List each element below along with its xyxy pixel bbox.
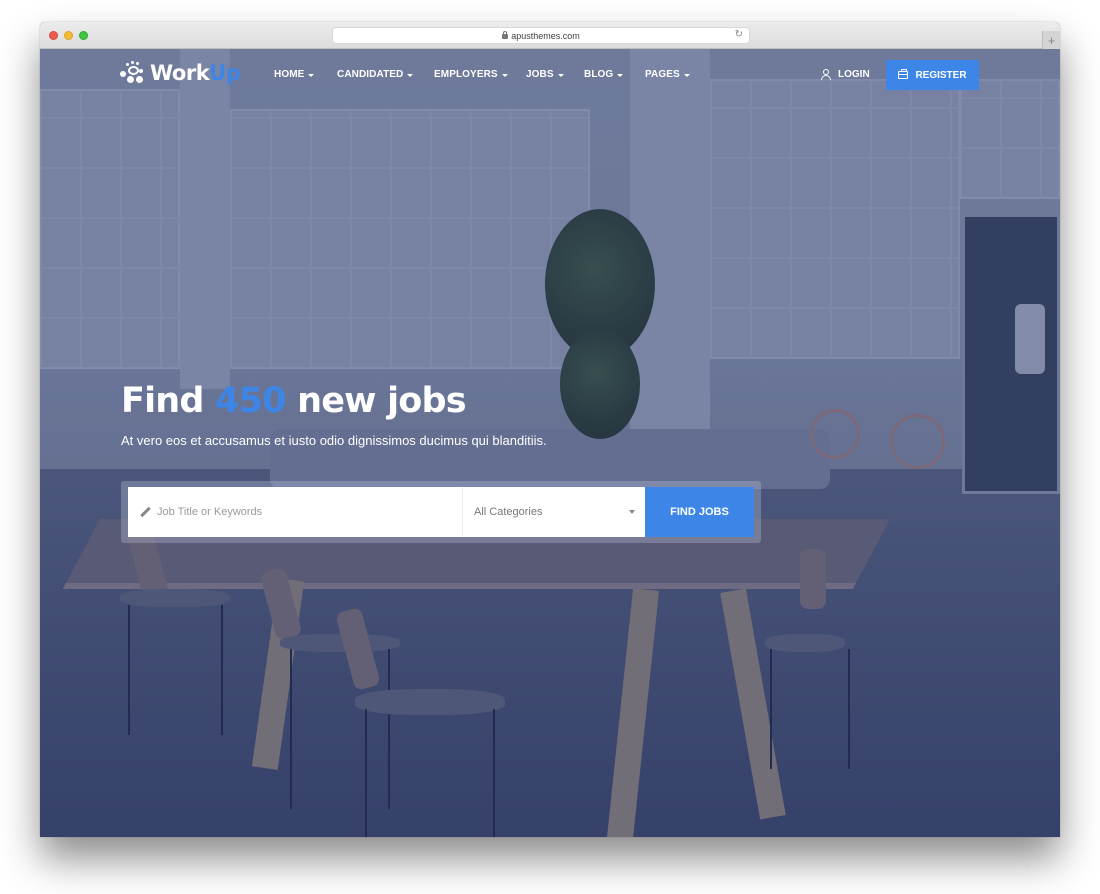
dropdown-arrow-icon bbox=[629, 510, 635, 514]
lock-icon bbox=[502, 31, 509, 39]
nav-pages[interactable]: PAGES bbox=[645, 69, 705, 80]
job-search-form: All Categories FIND JOBS bbox=[121, 481, 761, 543]
logo-dots-icon bbox=[120, 61, 146, 85]
user-icon bbox=[820, 69, 831, 80]
nav-blog[interactable]: BLOG bbox=[584, 69, 645, 80]
window-maximize-button[interactable] bbox=[79, 31, 88, 40]
hero-subtitle: At vero eos et accusamus et iusto odio d… bbox=[121, 433, 547, 448]
page-viewport: WorkUp HOME CANDIDATED EMPLOYERS JOBS BL… bbox=[40, 49, 1060, 837]
pencil-icon bbox=[140, 507, 151, 518]
caret-down-icon bbox=[308, 73, 315, 77]
find-jobs-button[interactable]: FIND JOBS bbox=[645, 487, 754, 537]
nav-employers[interactable]: EMPLOYERS bbox=[434, 69, 526, 80]
address-bar[interactable]: apusthemes.com ↻ bbox=[332, 27, 750, 44]
new-tab-button[interactable]: + bbox=[1042, 31, 1060, 49]
window-close-button[interactable] bbox=[49, 31, 58, 40]
caret-down-icon bbox=[501, 73, 508, 77]
browser-window: apusthemes.com ↻ + WorkUp HOME CANDIDATE… bbox=[40, 22, 1060, 837]
register-button[interactable]: REGISTER bbox=[886, 60, 979, 90]
url-text: apusthemes.com bbox=[511, 30, 580, 41]
nav-jobs[interactable]: JOBS bbox=[526, 69, 584, 80]
search-box: All Categories FIND JOBS bbox=[128, 487, 754, 537]
caret-down-icon bbox=[557, 73, 564, 77]
main-nav: HOME CANDIDATED EMPLOYERS JOBS BLOG PAGE… bbox=[274, 69, 705, 80]
window-minimize-button[interactable] bbox=[64, 31, 73, 40]
caret-down-icon bbox=[407, 73, 414, 77]
caret-down-icon bbox=[617, 73, 624, 77]
briefcase-icon bbox=[898, 69, 909, 79]
nav-candidated[interactable]: CANDIDATED bbox=[337, 69, 434, 80]
login-link[interactable]: LOGIN bbox=[820, 69, 870, 80]
nav-home[interactable]: HOME bbox=[274, 69, 337, 80]
job-count: 450 bbox=[215, 381, 286, 421]
category-select[interactable]: All Categories bbox=[463, 487, 645, 537]
reload-icon[interactable]: ↻ bbox=[735, 29, 743, 40]
hero-title: Find 450 new jobs bbox=[121, 381, 467, 421]
browser-titlebar: apusthemes.com ↻ + bbox=[40, 22, 1060, 49]
keyword-field[interactable] bbox=[128, 487, 463, 537]
caret-down-icon bbox=[683, 73, 690, 77]
site-header: WorkUp HOME CANDIDATED EMPLOYERS JOBS BL… bbox=[40, 49, 1060, 103]
site-logo[interactable]: WorkUp bbox=[120, 61, 241, 85]
keyword-input[interactable] bbox=[157, 506, 437, 518]
logo-wordmark: WorkUp bbox=[150, 61, 241, 85]
